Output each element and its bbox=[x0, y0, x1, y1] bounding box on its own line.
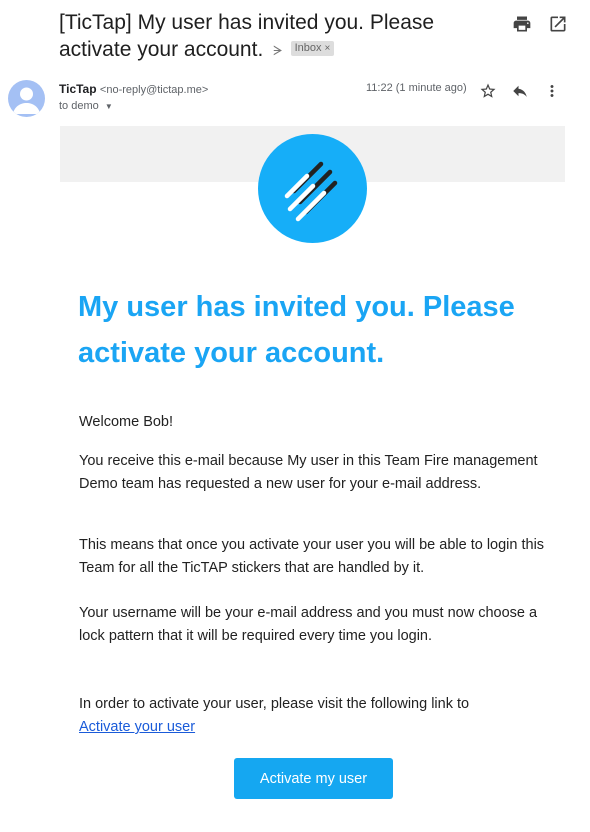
paragraph-reason: You receive this e-mail because My user … bbox=[79, 453, 538, 492]
avatar[interactable] bbox=[8, 80, 45, 117]
message-actions bbox=[479, 82, 561, 100]
tictap-logo bbox=[258, 134, 367, 243]
sender-line: TicTap <no-reply@tictap.me> bbox=[59, 82, 208, 96]
subject-title: [TicTap] My user has invited you. Please… bbox=[59, 11, 435, 61]
inbox-label-badge: Inbox × bbox=[290, 40, 335, 56]
remove-label-icon[interactable]: × bbox=[325, 43, 331, 54]
paragraph-username: Your username will be your e-mail addres… bbox=[79, 605, 538, 644]
timestamp: 11:22 (1 minute ago) bbox=[366, 82, 467, 94]
chevron-down-icon: ▼ bbox=[104, 102, 113, 111]
more-vert-icon[interactable] bbox=[543, 82, 561, 100]
sender-name[interactable]: TicTap bbox=[59, 82, 97, 96]
email-heading: My user has invited you. Please activate… bbox=[78, 291, 515, 369]
inbox-label-text: Inbox bbox=[294, 41, 322, 54]
tictap-logo-mark-icon bbox=[284, 161, 338, 222]
email-subject: [TicTap] My user has invited you. Please… bbox=[59, 9, 499, 64]
print-icon[interactable] bbox=[512, 14, 532, 34]
sender-email: <no-reply@tictap.me> bbox=[99, 84, 209, 96]
paragraph-login: This means that once you activate your u… bbox=[79, 537, 545, 576]
activate-link[interactable]: Activate your user bbox=[79, 719, 195, 735]
activate-button-label: Activate my user bbox=[259, 770, 368, 787]
top-actions bbox=[512, 14, 568, 34]
recipient-text: to demo bbox=[59, 100, 99, 112]
star-icon[interactable] bbox=[479, 82, 497, 100]
activate-button[interactable]: Activate my user bbox=[234, 758, 393, 799]
activate-instruction: In order to activate your user, please v… bbox=[79, 696, 470, 712]
label-chip: ᗒ Inbox × bbox=[273, 37, 335, 64]
greeting: Welcome Bob! bbox=[79, 414, 174, 430]
open-in-new-icon[interactable] bbox=[548, 14, 568, 34]
recipient-toggle[interactable]: to demo ▼ bbox=[59, 100, 113, 112]
avatar-person-icon bbox=[13, 87, 40, 114]
reply-icon[interactable] bbox=[511, 82, 529, 100]
label-arrow-icon: ᗒ bbox=[273, 42, 283, 58]
paragraph-activate: In order to activate your user, please v… bbox=[79, 693, 549, 739]
